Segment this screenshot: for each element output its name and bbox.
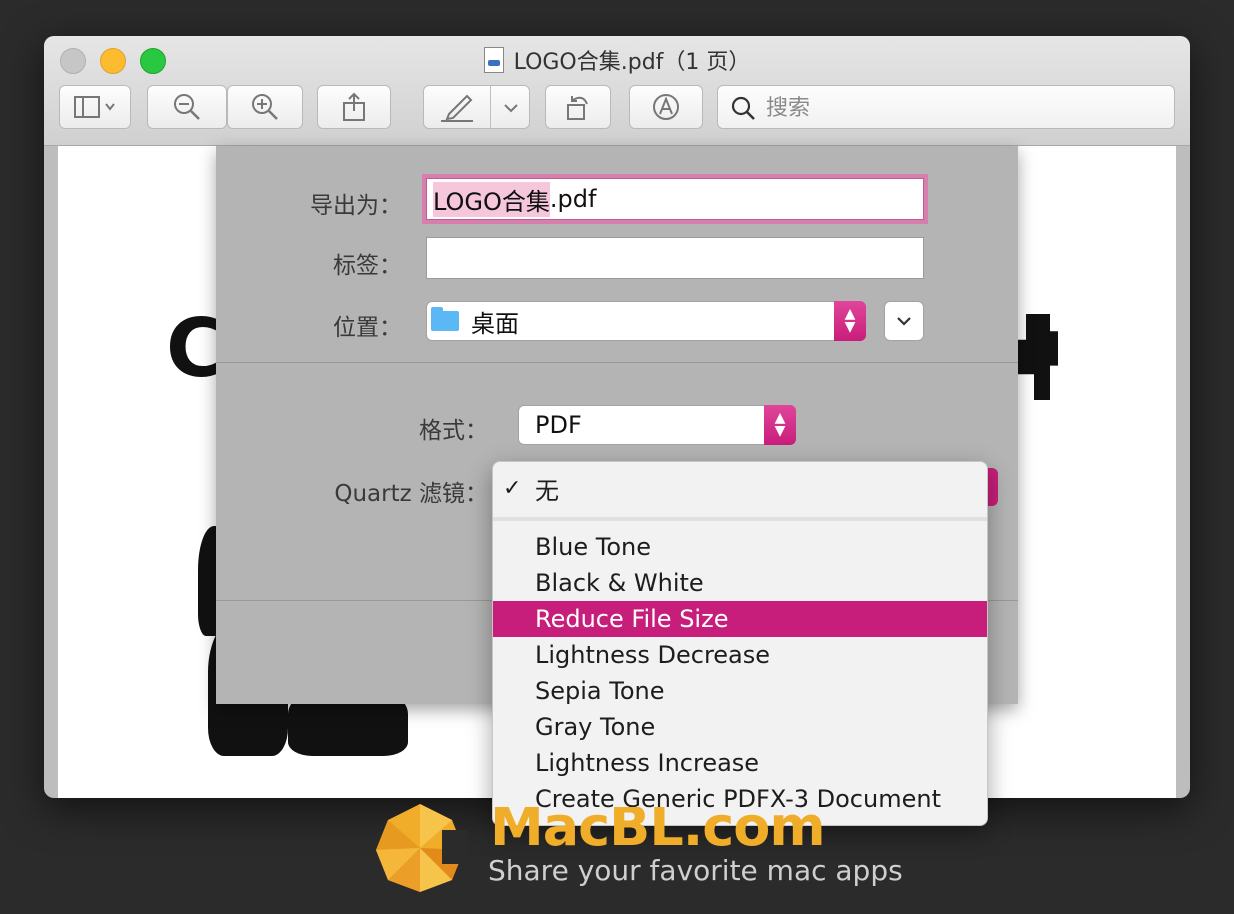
sidebar-toggle-button[interactable]: [59, 85, 131, 129]
rotate-icon: [567, 96, 588, 120]
menu-item-black-white[interactable]: Black & White: [493, 565, 987, 601]
markup-pen-icon: [440, 94, 473, 122]
toolbar-divider: [490, 86, 491, 128]
annotate-button[interactable]: [629, 85, 703, 129]
window-title: LOGO合集.pdf（1 页）: [44, 44, 1190, 76]
format-label: 格式：: [419, 418, 488, 444]
menu-item-lightness-decrease[interactable]: Lightness Decrease: [493, 637, 987, 673]
tags-field[interactable]: [426, 237, 924, 279]
location-value: 桌面: [471, 309, 519, 338]
menu-item-sepia-tone[interactable]: Sepia Tone: [493, 673, 987, 709]
export-as-field[interactable]: LOGO合集 .pdf: [426, 178, 924, 220]
zoom-out-icon: [174, 94, 200, 120]
macbl-logo-icon: [376, 804, 468, 892]
annotate-icon: [653, 94, 679, 120]
sidebar-icon: [74, 96, 115, 118]
zoom-in-button[interactable]: [227, 85, 303, 129]
titlebar: LOGO合集.pdf（1 页）: [44, 36, 1190, 146]
search-input[interactable]: [764, 86, 1168, 130]
menu-item-label: 无: [535, 476, 559, 505]
page-logo-glyph: [1018, 314, 1058, 400]
search-icon: [731, 96, 755, 120]
format-value: PDF: [535, 411, 582, 439]
menu-item-reduce-file-size[interactable]: Reduce File Size: [493, 601, 987, 637]
window-title-text: LOGO合集.pdf（1 页）: [513, 50, 751, 75]
chevron-down-icon: [897, 317, 911, 326]
export-as-value: LOGO合集: [433, 181, 550, 217]
checkmark-icon: ✓: [503, 475, 522, 501]
menu-separator: [493, 517, 987, 521]
menu-item-lightness-increase[interactable]: Lightness Increase: [493, 745, 987, 781]
location-label: 位置：: [333, 315, 402, 341]
tags-label: 标签：: [333, 253, 402, 279]
popup-stepper-icon: ▲ ▼: [834, 301, 866, 341]
folder-icon: [431, 307, 459, 331]
share-icon: [343, 92, 365, 121]
chevron-down-icon[interactable]: [502, 102, 520, 114]
share-button[interactable]: [317, 85, 391, 129]
rotate-button[interactable]: [545, 85, 611, 129]
markup-button[interactable]: [423, 85, 530, 129]
menu-item-gray-tone[interactable]: Gray Tone: [493, 709, 987, 745]
quartz-filter-menu: ✓ 无 Blue Tone Black & White Reduce File …: [492, 461, 988, 826]
pdf-document-icon: [483, 47, 504, 73]
expand-location-button[interactable]: [884, 301, 924, 341]
quartz-filter-label: Quartz 滤镜：: [334, 481, 488, 507]
export-as-label: 导出为：: [310, 193, 402, 219]
zoom-in-icon: [252, 94, 278, 120]
popup-stepper-icon: ▲ ▼: [764, 405, 796, 445]
menu-item-none[interactable]: ✓ 无: [493, 470, 987, 506]
zoom-out-button[interactable]: [147, 85, 227, 129]
format-popup[interactable]: PDF ▲ ▼: [518, 405, 796, 445]
menu-item-blue-tone[interactable]: Blue Tone: [493, 529, 987, 565]
location-popup[interactable]: 桌面 ▲ ▼: [426, 301, 866, 341]
search-field[interactable]: [717, 85, 1175, 130]
watermark-subtitle: Share your favorite mac apps: [488, 854, 903, 887]
sheet-separator: [216, 362, 1018, 363]
export-as-extension: .pdf: [549, 185, 597, 213]
